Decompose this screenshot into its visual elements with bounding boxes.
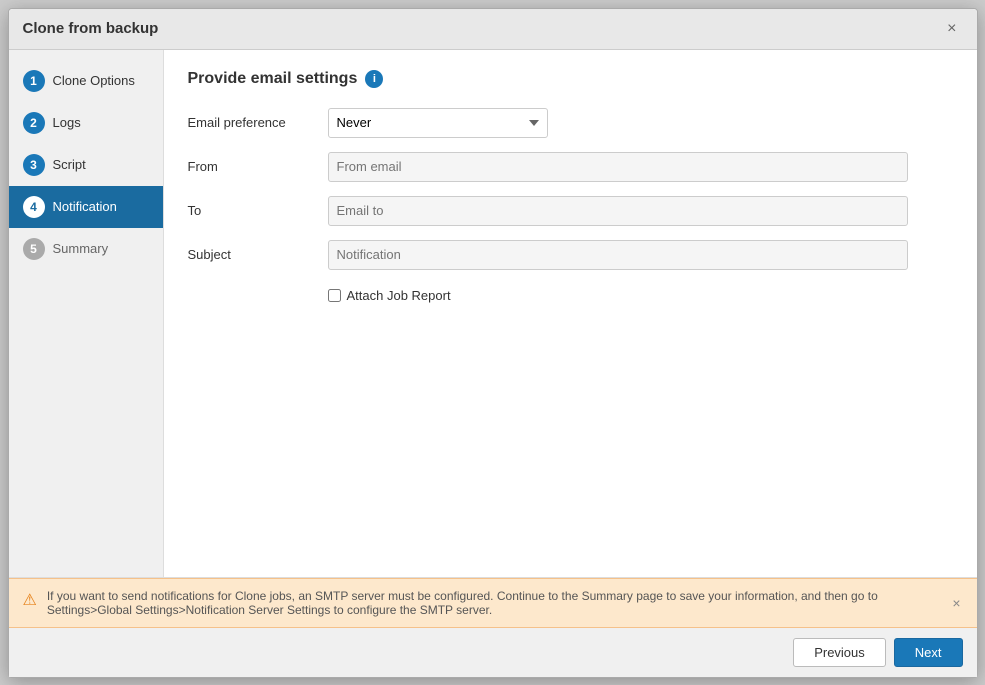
email-preference-select[interactable]: Never Always On Failure On Success — [328, 108, 548, 138]
step-num-5: 5 — [23, 238, 45, 260]
from-label: From — [188, 159, 328, 174]
step-num-2: 2 — [23, 112, 45, 134]
sidebar-item-label-notification: Notification — [53, 199, 117, 214]
warning-message: If you want to send notifications for Cl… — [47, 589, 963, 617]
section-title-row: Provide email settings i — [188, 70, 953, 88]
sidebar-item-label-script: Script — [53, 157, 86, 172]
sidebar-item-clone-options[interactable]: 1 Clone Options — [9, 60, 163, 102]
previous-button[interactable]: Previous — [793, 638, 886, 667]
sidebar-item-notification[interactable]: 4 Notification — [9, 186, 163, 228]
warning-icon: ⚠ — [23, 590, 37, 610]
section-title-text: Provide email settings — [188, 70, 358, 88]
to-input[interactable] — [328, 196, 908, 226]
dialog-footer: ⚠ If you want to send notifications for … — [9, 577, 977, 677]
main-content: Provide email settings i Email preferenc… — [164, 50, 977, 577]
sidebar-item-label-logs: Logs — [53, 115, 81, 130]
sidebar-item-script[interactable]: 3 Script — [9, 144, 163, 186]
sidebar: 1 Clone Options 2 Logs 3 Script 4 Notifi… — [9, 50, 164, 577]
attach-job-report-label[interactable]: Attach Job Report — [347, 288, 451, 303]
from-row: From — [188, 152, 953, 182]
subject-label: Subject — [188, 247, 328, 262]
dialog-header: Clone from backup × — [9, 9, 977, 50]
dialog-body: 1 Clone Options 2 Logs 3 Script 4 Notifi… — [9, 50, 977, 577]
step-num-3: 3 — [23, 154, 45, 176]
from-input[interactable] — [328, 152, 908, 182]
step-num-1: 1 — [23, 70, 45, 92]
info-icon[interactable]: i — [365, 70, 383, 88]
subject-row: Subject — [188, 240, 953, 270]
to-row: To — [188, 196, 953, 226]
sidebar-item-logs[interactable]: 2 Logs — [9, 102, 163, 144]
dialog-title: Clone from backup — [23, 20, 159, 37]
to-label: To — [188, 203, 328, 218]
clone-from-backup-dialog: Clone from backup × 1 Clone Options 2 Lo… — [8, 8, 978, 678]
warning-close-button[interactable]: × — [946, 593, 966, 613]
next-button[interactable]: Next — [894, 638, 963, 667]
sidebar-item-label-clone-options: Clone Options — [53, 73, 135, 88]
sidebar-item-label-summary: Summary — [53, 241, 109, 256]
email-preference-row: Email preference Never Always On Failure… — [188, 108, 953, 138]
button-row: Previous Next — [9, 628, 977, 677]
sidebar-item-summary[interactable]: 5 Summary — [9, 228, 163, 270]
email-preference-label: Email preference — [188, 115, 328, 130]
attach-job-report-checkbox[interactable] — [328, 289, 341, 302]
step-num-4: 4 — [23, 196, 45, 218]
attach-job-report-row: Attach Job Report — [328, 288, 953, 303]
close-button[interactable]: × — [941, 19, 962, 39]
warning-bar: ⚠ If you want to send notifications for … — [9, 578, 977, 628]
subject-input[interactable] — [328, 240, 908, 270]
